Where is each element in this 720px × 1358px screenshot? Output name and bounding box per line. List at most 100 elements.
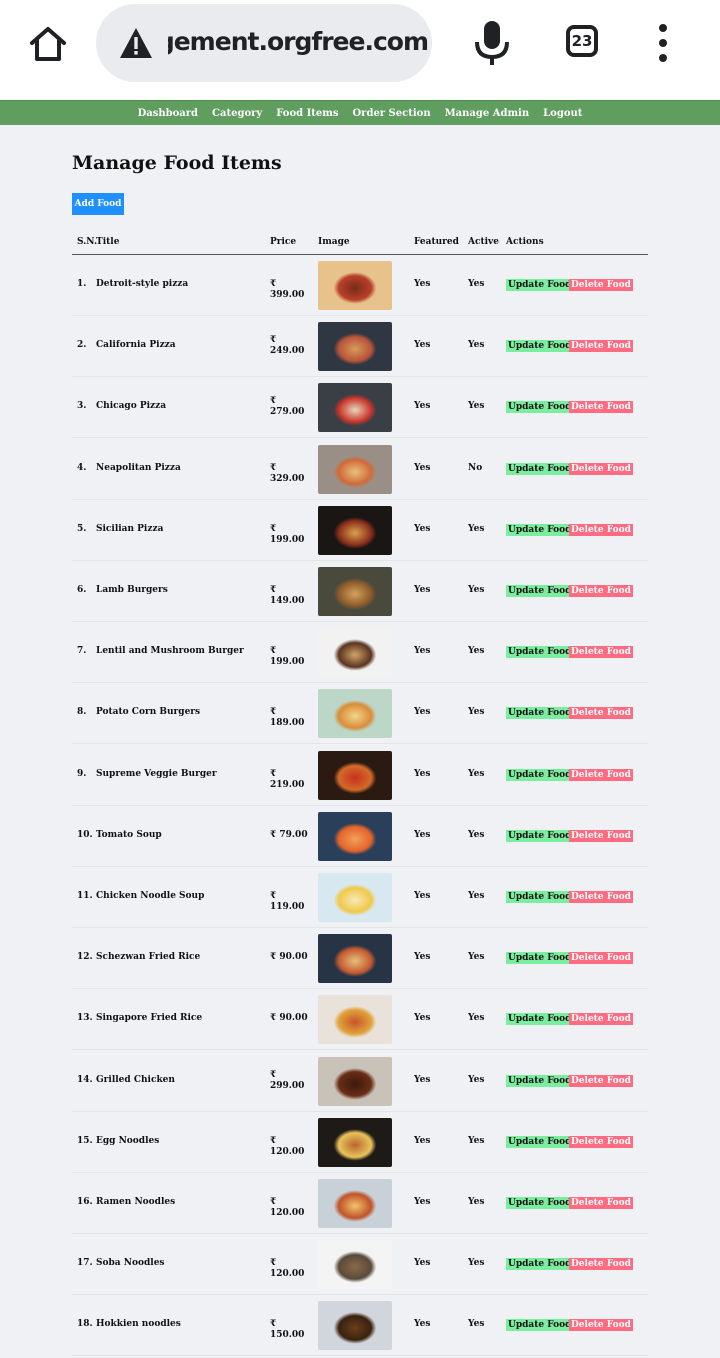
nav-dashboard[interactable]: Dashboard [138,108,198,119]
delete-food-button[interactable]: Delete Food [569,646,633,658]
row-featured: Yes [414,401,431,411]
update-food-button[interactable]: Update Food [506,463,574,475]
update-food-button[interactable]: Update Food [506,1258,574,1270]
food-image [318,567,392,616]
table-row: 15. Egg Noodles ₹ 120.00 Yes Yes Update Food D… [72,1112,648,1173]
update-food-button[interactable]: Update Food [506,707,574,719]
row-price: ₹ 79.00 [270,830,308,840]
delete-food-button[interactable]: Delete Food [569,1319,633,1331]
add-food-button[interactable]: Add Food [72,193,124,215]
home-button[interactable] [22,18,74,70]
delete-food-button[interactable]: Delete Food [569,401,633,413]
row-sn: 5. [77,524,87,534]
row-sn: 16. [77,1197,93,1207]
tabs-button[interactable]: 23 [566,25,598,57]
update-food-button[interactable]: Update Food [506,340,574,352]
nav-food-items[interactable]: Food Items [276,108,338,119]
row-active: Yes [468,769,485,779]
row-sn: 9. [77,769,87,779]
update-food-button[interactable]: Update Food [506,769,574,781]
delete-food-button[interactable]: Delete Food [569,952,633,964]
update-food-button[interactable]: Update Food [506,646,574,658]
row-title: Sicilian Pizza [96,524,164,534]
row-featured: Yes [414,1197,431,1207]
table-row: 13. Singapore Fried Rice ₹ 90.00 Yes Yes Upda… [72,989,648,1050]
table-row: 11. Chicken Noodle Soup ₹ 119.00 Yes Yes Upda… [72,867,648,928]
menu-button[interactable] [652,22,674,64]
site-nav: Dashboard Category Food Items Order Sect… [0,100,720,125]
row-active: Yes [468,1075,485,1085]
delete-food-button[interactable]: Delete Food [569,1136,633,1148]
delete-food-button[interactable]: Delete Food [569,830,633,842]
delete-food-button[interactable]: Delete Food [569,891,633,903]
nav-logout[interactable]: Logout [543,108,582,119]
delete-food-button[interactable]: Delete Food [569,1258,633,1270]
row-title: Soba Noodles [96,1258,165,1268]
update-food-button[interactable]: Update Food [506,1075,574,1087]
row-sn: 7. [77,646,87,656]
header-sn: S.N. [77,237,98,247]
row-price: ₹ 120.00 [270,1136,305,1157]
table-row: 18. Hokkien noodles ₹ 150.00 Yes Yes Update F… [72,1295,648,1356]
delete-food-button[interactable]: Delete Food [569,707,633,719]
food-image [318,689,392,738]
food-image [318,1118,392,1167]
row-active: Yes [468,1319,485,1329]
row-title: Potato Corn Burgers [96,707,201,717]
header-active: Active [468,237,499,247]
row-price: ₹ 329.00 [270,463,305,484]
row-sn: 13. [77,1013,93,1023]
row-active: Yes [468,1197,485,1207]
row-sn: 8. [77,707,87,717]
nav-category[interactable]: Category [212,108,262,119]
table-row: 17. Soba Noodles ₹ 120.00 Yes Yes Update Food… [72,1234,648,1295]
update-food-button[interactable]: Update Food [506,524,574,536]
delete-food-button[interactable]: Delete Food [569,585,633,597]
delete-food-button[interactable]: Delete Food [569,340,633,352]
food-image [318,1179,392,1228]
address-bar[interactable]: restaurant-management.orgfree.com [96,4,432,82]
update-food-button[interactable]: Update Food [506,952,574,964]
update-food-button[interactable]: Update Food [506,1136,574,1148]
update-food-button[interactable]: Update Food [506,279,574,291]
delete-food-button[interactable]: Delete Food [569,769,633,781]
row-title: Singapore Fried Rice [96,1013,203,1023]
row-featured: Yes [414,830,431,840]
row-active: Yes [468,1136,485,1146]
delete-food-button[interactable]: Delete Food [569,1013,633,1025]
nav-order-section[interactable]: Order Section [352,108,430,119]
food-image [318,322,392,371]
food-image [318,751,392,800]
delete-food-button[interactable]: Delete Food [569,524,633,536]
row-featured: Yes [414,891,431,901]
update-food-button[interactable]: Update Food [506,1197,574,1209]
row-price: ₹ 119.00 [270,891,305,912]
row-active: Yes [468,279,485,289]
header-featured: Featured [414,237,459,247]
row-price: ₹ 120.00 [270,1197,305,1218]
delete-food-button[interactable]: Delete Food [569,1075,633,1087]
row-title: Chicken Noodle Soup [96,891,205,901]
voice-search-button[interactable] [470,18,514,68]
table-row: 10. Tomato Soup ₹ 79.00 Yes Yes Update Food De… [72,806,648,867]
delete-food-button[interactable]: Delete Food [569,1197,633,1209]
update-food-button[interactable]: Update Food [506,1319,574,1331]
row-sn: 11. [77,891,93,901]
update-food-button[interactable]: Update Food [506,401,574,413]
update-food-button[interactable]: Update Food [506,1013,574,1025]
table-header: S.N. Title Price Image Featured Active A… [72,233,648,255]
table-row: 16. Ramen Noodles ₹ 120.00 Yes Yes Update Foo… [72,1173,648,1234]
row-price: ₹ 399.00 [270,279,305,300]
delete-food-button[interactable]: Delete Food [569,463,633,475]
nav-manage-admin[interactable]: Manage Admin [445,108,530,119]
table-row: 2. California Pizza ₹ 249.00 Yes Yes Update F… [72,316,648,377]
row-featured: Yes [414,340,431,350]
update-food-button[interactable]: Update Food [506,891,574,903]
food-image [318,383,392,432]
delete-food-button[interactable]: Delete Food [569,279,633,291]
update-food-button[interactable]: Update Food [506,830,574,842]
row-title: Grilled Chicken [96,1075,175,1085]
food-image [318,934,392,983]
row-featured: Yes [414,463,431,473]
update-food-button[interactable]: Update Food [506,585,574,597]
